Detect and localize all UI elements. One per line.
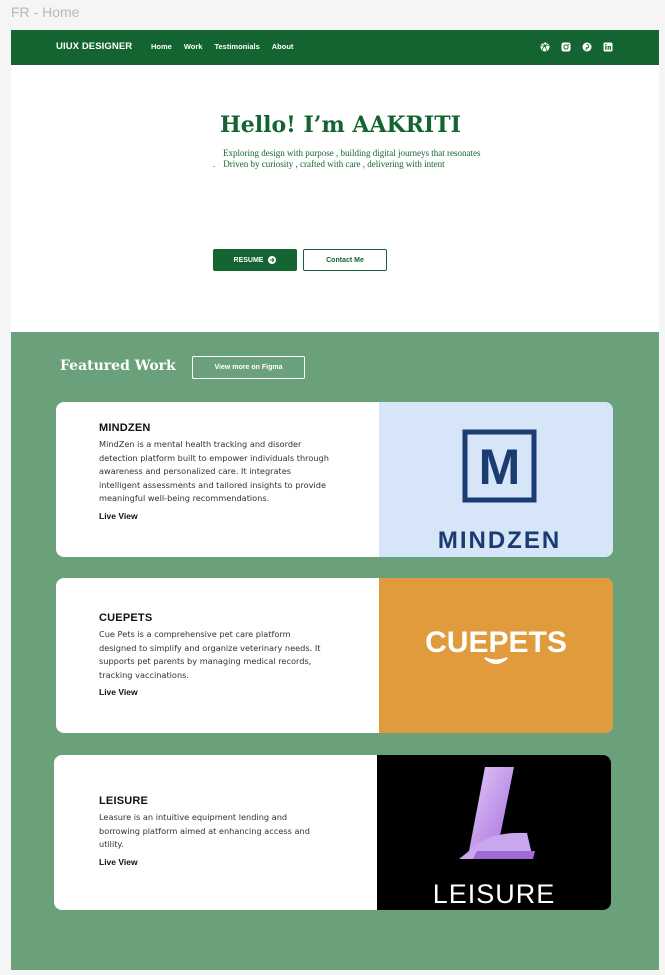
featured-work-title: Featured Work	[60, 358, 176, 374]
cuepets-logo-text: CUEPETS	[425, 626, 567, 659]
home-frame: UIUX DESIGNER Home Work Testimonials Abo…	[11, 30, 659, 970]
project-title: MINDZEN	[99, 422, 151, 434]
frame-label: FR - Home	[11, 4, 80, 20]
cuepets-logo-image: CUEPETS	[379, 578, 613, 733]
live-view-link[interactable]: Live View	[99, 687, 329, 697]
mindzen-logo: M MINDZEN	[438, 429, 561, 554]
project-card-cuepets[interactable]: CUEPETS Cue Pets is a comprehensive pet …	[56, 578, 613, 733]
leisure-logo-image: LEISURE	[377, 755, 611, 910]
nav-link-about[interactable]: About	[272, 42, 294, 51]
hero-title: Hello! I’m AAKRITI	[220, 112, 461, 138]
mindzen-logo-image: M MINDZEN	[379, 402, 613, 557]
brand-logo[interactable]: UIUX DESIGNER	[56, 41, 132, 52]
pinterest-icon[interactable]	[581, 41, 593, 53]
project-description: MindZen is a mental health tracking and …	[99, 439, 329, 503]
project-description: Leasure is an intuitive equipment lendin…	[99, 812, 310, 849]
hero-subtitle-line2: . Driven by curiosity , crafted with care…	[213, 159, 445, 169]
project-card-text: MINDZEN MindZen is a mental health track…	[99, 422, 329, 521]
dribbble-icon[interactable]	[539, 41, 551, 53]
instagram-icon[interactable]	[560, 41, 572, 53]
project-title: LEISURE	[99, 795, 149, 807]
project-title: CUEPETS	[99, 612, 153, 624]
project-card-leisure[interactable]: LEISURE Leasure is an intuitive equipmen…	[54, 755, 611, 910]
resume-button-label: RESUME	[233, 256, 264, 264]
cuepets-logo: CUEPETS	[425, 626, 567, 664]
arrow-right-icon	[268, 256, 277, 264]
contact-me-label: Contact Me	[326, 256, 364, 264]
mindzen-logo-letter: M	[479, 439, 521, 495]
linkedin-icon[interactable]	[602, 41, 614, 53]
resume-button[interactable]: RESUME	[213, 249, 297, 271]
hero-subtitle-line1: Exploring design with purpose , building…	[223, 148, 481, 158]
nav-link-testimonials[interactable]: Testimonials	[214, 42, 259, 51]
featured-work-section: Featured Work View more on Figma MINDZEN…	[11, 332, 659, 970]
mindzen-logo-text: MINDZEN	[438, 527, 561, 554]
leisure-logo: LEISURE	[433, 767, 556, 909]
view-figma-label: View more on Figma	[214, 364, 283, 371]
contact-me-button[interactable]: Contact Me	[303, 249, 387, 271]
project-card-text: CUEPETS Cue Pets is a comprehensive pet …	[99, 612, 329, 697]
leisure-logo-text: LEISURE	[433, 879, 556, 909]
hero-subtitle-line2-text: Driven by curiosity , crafted with care …	[223, 159, 445, 169]
hero-subtitle-dot: .	[213, 159, 216, 169]
live-view-link[interactable]: Live View	[99, 511, 329, 521]
project-description: Cue Pets is a comprehensive pet care pla…	[99, 629, 321, 680]
nav-link-work[interactable]: Work	[184, 42, 203, 51]
view-figma-button[interactable]: View more on Figma	[192, 356, 305, 379]
live-view-link[interactable]: Live View	[99, 857, 329, 867]
navbar: UIUX DESIGNER Home Work Testimonials Abo…	[11, 30, 659, 65]
nav-links: Home Work Testimonials About	[151, 42, 305, 51]
nav-link-home[interactable]: Home	[151, 42, 172, 51]
project-card-mindzen[interactable]: MINDZEN MindZen is a mental health track…	[56, 402, 613, 557]
project-card-text: LEISURE Leasure is an intuitive equipmen…	[99, 795, 329, 867]
